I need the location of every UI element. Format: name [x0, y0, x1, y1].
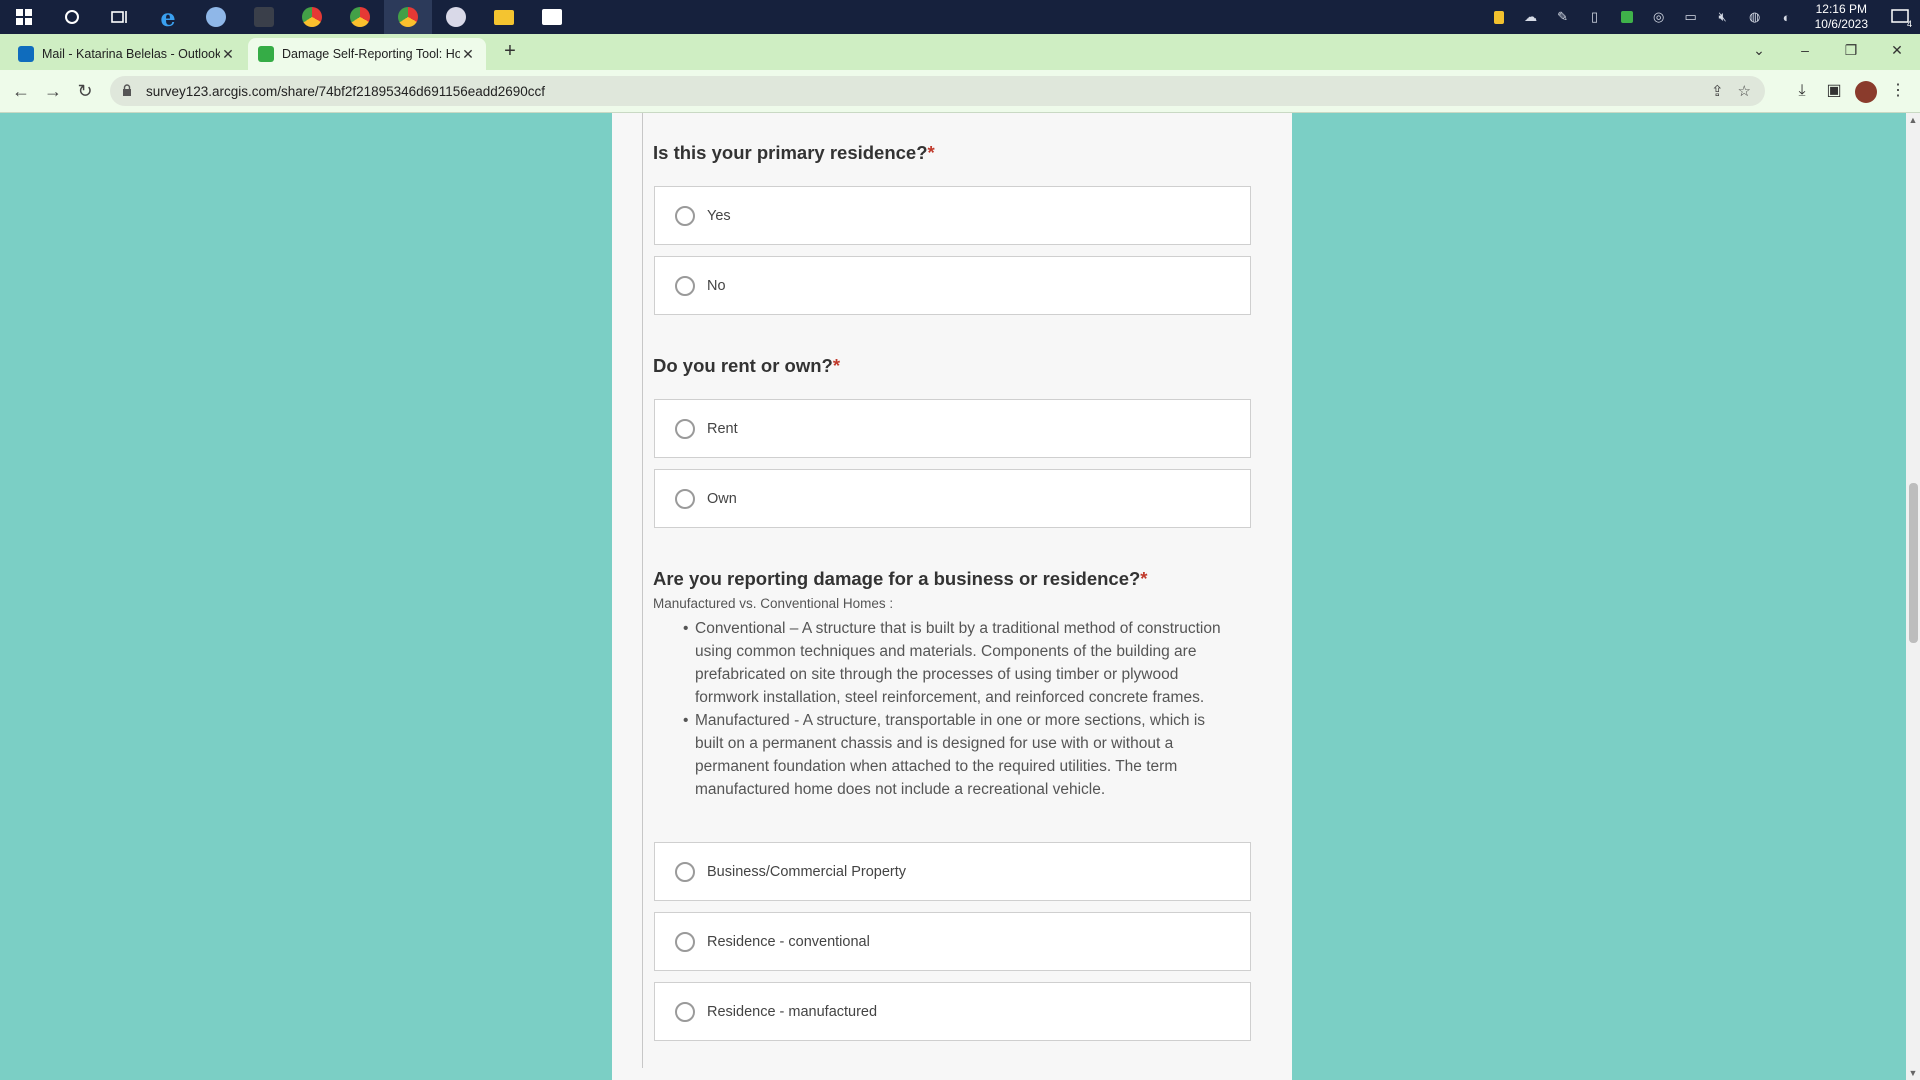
internet-explorer-icon[interactable]: e	[144, 0, 192, 34]
taskbar-clock[interactable]: 12:16 PM 10/6/2023	[1803, 2, 1880, 32]
radio-button[interactable]	[675, 488, 695, 509]
hint-bullet-conventional: • Conventional – A structure that is buil…	[683, 620, 1221, 706]
back-arrow-icon[interactable]: ←	[10, 81, 32, 103]
search-icon[interactable]	[48, 0, 96, 34]
defender-icon[interactable]	[1611, 0, 1643, 34]
windows-start-icon[interactable]	[0, 0, 48, 34]
clock-time: 12:16 PM	[1815, 2, 1867, 16]
scroll-down-arrow-icon[interactable]: ▼	[1908, 1068, 1918, 1078]
address-bar[interactable]: survey123.arcgis.com/share/74bf2f2189534…	[110, 76, 1765, 106]
notification-center-icon[interactable]: 4	[1880, 0, 1920, 34]
share-icon[interactable]: ⇪	[1711, 82, 1724, 100]
pen-tray-icon[interactable]: ✎	[1547, 0, 1579, 34]
download-icon[interactable]: ⤓	[1790, 80, 1814, 104]
radio-button[interactable]	[675, 1001, 695, 1022]
option-no[interactable]: No	[654, 256, 1251, 315]
question-hint-title: Manufactured vs. Conventional Homes :	[653, 596, 894, 611]
new-tab-button[interactable]: +	[498, 40, 522, 63]
tab-search-button[interactable]: ⌄	[1736, 34, 1782, 66]
video-editor-icon[interactable]	[528, 0, 576, 34]
close-icon[interactable]: ✕	[460, 46, 476, 63]
group-indent-line	[642, 113, 643, 1068]
bullet-text: Conventional – A structure that is built…	[695, 620, 1221, 706]
tab-title: Mail - Katarina Belelas - Outlook	[42, 47, 220, 61]
url-text: survey123.arcgis.com/share/74bf2f2189534…	[146, 83, 546, 99]
usb-icon[interactable]: ▯	[1579, 0, 1611, 34]
tab-title: Damage Self-Reporting Tool: Ho	[282, 47, 460, 61]
option-label: Rent	[707, 420, 738, 437]
option-own[interactable]: Own	[654, 469, 1251, 528]
chrome-active-icon[interactable]	[384, 0, 432, 34]
option-label: No	[707, 277, 726, 294]
question-business-or-residence: Are you reporting damage for a business …	[653, 568, 1148, 590]
chrome-profile-2-icon[interactable]	[336, 0, 384, 34]
scrollbar-thumb[interactable]	[1909, 483, 1918, 643]
question-label: Do you rent or own?	[653, 355, 833, 376]
globe-icon[interactable]: ◍	[1739, 0, 1771, 34]
tab-survey[interactable]: Damage Self-Reporting Tool: Ho ✕	[248, 38, 486, 70]
clock-date: 10/6/2023	[1814, 17, 1868, 31]
notification-count: 4	[1906, 19, 1912, 29]
close-icon[interactable]: ✕	[220, 46, 236, 63]
option-label: Residence - manufactured	[707, 1003, 878, 1020]
option-residence-manufactured[interactable]: Residence - manufactured	[654, 982, 1251, 1041]
option-rent[interactable]: Rent	[654, 399, 1251, 458]
option-label: Own	[707, 490, 737, 507]
sync-icon[interactable]: ◎	[1643, 0, 1675, 34]
task-view-icon[interactable]	[96, 0, 144, 34]
option-label: Business/Commercial Property	[707, 863, 907, 880]
radio-button[interactable]	[675, 275, 695, 296]
required-mark: *	[1140, 568, 1148, 589]
lock-icon	[122, 83, 136, 99]
radio-button[interactable]	[675, 205, 695, 226]
radio-button[interactable]	[675, 861, 695, 882]
question-label: Is this your primary residence?	[653, 142, 928, 163]
forward-arrow-icon[interactable]: →	[42, 81, 64, 103]
scroll-up-arrow-icon[interactable]: ▲	[1908, 115, 1918, 125]
option-label: Residence - conventional	[707, 933, 870, 950]
minimize-button[interactable]: –	[1782, 34, 1828, 66]
more-menu-icon[interactable]: ⋮	[1886, 80, 1910, 104]
profile-avatar[interactable]	[1854, 80, 1878, 104]
side-panel-icon[interactable]: ▣	[1822, 80, 1846, 104]
bookmark-star-icon[interactable]: ☆	[1738, 82, 1751, 100]
network-icon[interactable]: ▭	[1675, 0, 1707, 34]
option-business-commercial[interactable]: Business/Commercial Property	[654, 842, 1251, 901]
radio-button[interactable]	[675, 931, 695, 952]
radio-button[interactable]	[675, 418, 695, 439]
question-rent-or-own: Do you rent or own?*	[653, 355, 840, 377]
onedrive-icon[interactable]: ☁	[1515, 0, 1547, 34]
reload-icon[interactable]: ↻	[74, 81, 96, 103]
option-label: Yes	[707, 207, 731, 224]
outlook-icon	[18, 46, 34, 62]
required-mark: *	[927, 142, 935, 163]
close-window-button[interactable]: ✕	[1874, 34, 1920, 66]
volume-muted-icon[interactable]: 🔇︎	[1707, 0, 1739, 34]
question-primary-residence: Is this your primary residence?*	[653, 142, 935, 164]
required-mark: *	[832, 355, 841, 376]
restore-button[interactable]: ❐	[1828, 34, 1874, 66]
page-viewport: Is this your primary residence?* Yes No …	[0, 113, 1906, 1080]
file-explorer-icon[interactable]	[480, 0, 528, 34]
option-residence-conventional[interactable]: Residence - conventional	[654, 912, 1251, 971]
chrome-profile-1-icon[interactable]	[288, 0, 336, 34]
snipping-tool-icon[interactable]	[432, 0, 480, 34]
hint-bullet-list: • Conventional – A structure that is buil…	[653, 617, 1233, 801]
security-shield-icon[interactable]	[1483, 0, 1515, 34]
page-scrollbar[interactable]: ▲ ▼	[1906, 113, 1920, 1080]
question-label: Are you reporting damage for a business …	[653, 568, 1141, 589]
weather-icon[interactable]: ◐	[1771, 0, 1803, 34]
windows-taskbar: e ☁ ✎ ▯ ◎ ▭ 🔇︎ ◍ ◐ 12:16 PM 10/6/2023 4	[0, 0, 1920, 34]
option-yes[interactable]: Yes	[654, 186, 1251, 245]
survey123-icon	[258, 46, 274, 62]
paint-app-icon[interactable]	[192, 0, 240, 34]
tab-outlook[interactable]: Mail - Katarina Belelas - Outlook ✕	[8, 38, 246, 70]
bullet-text: Manufactured - A structure, transportabl…	[695, 712, 1206, 798]
survey-form-card: Is this your primary residence?* Yes No …	[612, 113, 1292, 1080]
media-app-icon[interactable]	[240, 0, 288, 34]
browser-tab-strip: Mail - Katarina Belelas - Outlook ✕ Dama…	[0, 34, 1920, 70]
hint-bullet-manufactured: • Manufactured - A structure, transportab…	[683, 712, 1206, 798]
browser-toolbar: ← → ↻ survey123.arcgis.com/share/74bf2f2…	[0, 70, 1920, 113]
